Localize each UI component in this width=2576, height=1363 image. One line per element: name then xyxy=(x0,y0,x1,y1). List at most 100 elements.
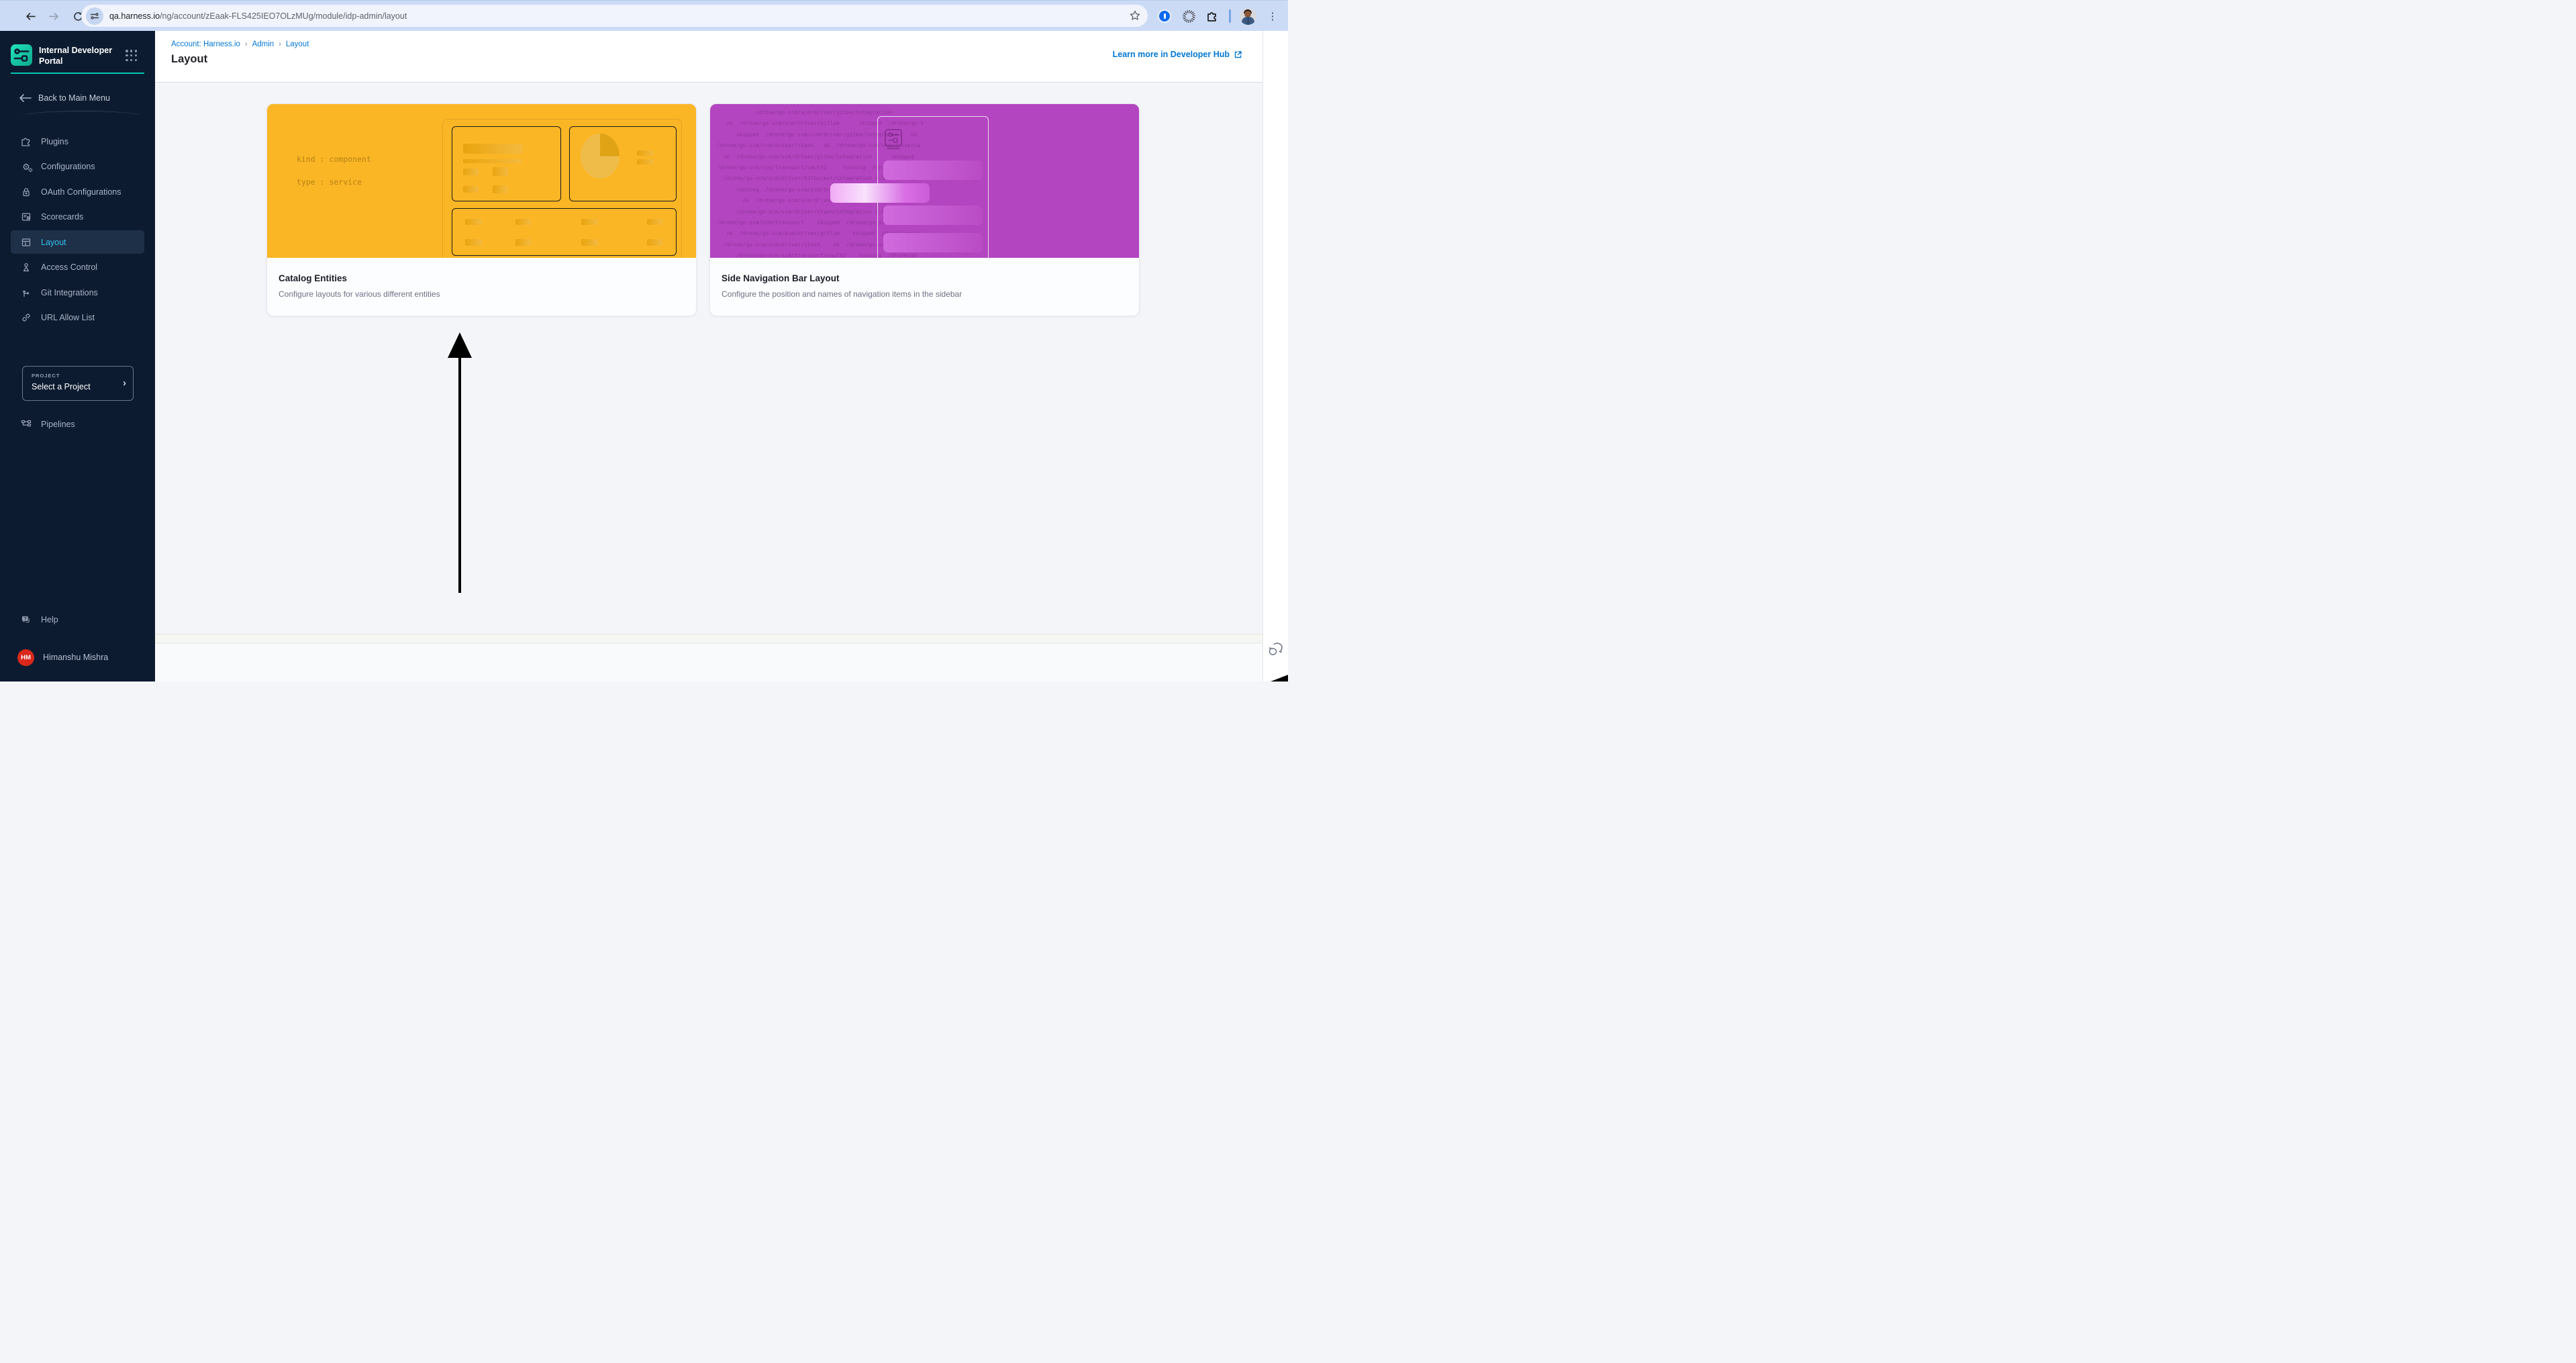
main-content: Account: Harness.io › Admin › Layout Lay… xyxy=(155,31,1288,682)
mock-yaml-line: kind : component xyxy=(297,154,371,164)
kebab-menu-icon: ⋮ xyxy=(1267,11,1278,22)
chevron-right-icon: › xyxy=(123,377,126,389)
sidebar-item-url-allow-list[interactable]: URL Allow List xyxy=(11,306,144,330)
url-host: qa.harness.io xyxy=(109,11,160,21)
browser-toolbar: qa.harness.io/ng/account/zEaak-FLS425IEO… xyxy=(0,0,1288,31)
back-to-main-menu-button[interactable]: Back to Main Menu xyxy=(19,90,110,106)
address-bar[interactable]: qa.harness.io/ng/account/zEaak-FLS425IEO… xyxy=(81,5,1148,27)
catalog-entities-card[interactable]: kind : component type : service Catalog … xyxy=(266,103,697,316)
pipelines-icon xyxy=(21,419,32,430)
sidebar-item-scorecards[interactable]: Scorecards xyxy=(11,205,144,229)
sidebar-item-label: Layout xyxy=(41,237,66,247)
sidebar-item-label: Configurations xyxy=(41,162,95,171)
left-arrow-icon xyxy=(19,94,32,102)
help-label: Help xyxy=(41,615,58,624)
sidebar-nav: Plugins ⚙ ⚙ Configurations OAuth Configur… xyxy=(0,130,155,330)
browser-profile-button[interactable] xyxy=(1239,7,1256,25)
mock-info-panel xyxy=(452,126,561,201)
footer-band xyxy=(155,634,1262,643)
catalog-entities-illustration: kind : component type : service xyxy=(267,104,696,258)
breadcrumb-layout[interactable]: Layout xyxy=(286,40,309,48)
breadcrumb: Account: Harness.io › Admin › Layout xyxy=(171,40,309,48)
learn-more-label: Learn more in Developer Hub xyxy=(1112,50,1230,59)
sidebar-item-label: Git Integrations xyxy=(41,287,98,297)
annotation-arrow-shaft xyxy=(458,357,461,593)
mock-yaml-line: type : service xyxy=(297,177,362,187)
page-header: Account: Harness.io › Admin › Layout Lay… xyxy=(155,31,1288,83)
sidebar-item-label: URL Allow List xyxy=(41,313,95,322)
sidebar-item-layout[interactable]: Layout xyxy=(11,230,144,254)
back-arrow-icon xyxy=(26,12,36,20)
person-icon xyxy=(21,262,32,273)
lock-icon xyxy=(21,187,32,197)
chat-bubbles-icon xyxy=(1269,643,1283,655)
mock-layout-container xyxy=(442,119,682,258)
extension-1password-button[interactable] xyxy=(1156,7,1173,25)
sidebar-item-pipelines[interactable]: Pipelines xyxy=(11,412,144,436)
sidebar-item-help[interactable]: ? Help xyxy=(11,610,144,630)
user-name: Himanshu Mishra xyxy=(43,653,109,662)
mock-nav-bar xyxy=(883,160,983,180)
scorecard-icon xyxy=(21,211,32,222)
mock-pie-chart xyxy=(581,134,620,179)
profile-photo xyxy=(1239,7,1256,25)
puzzle-icon xyxy=(1207,12,1216,21)
back-to-main-menu-label: Back to Main Menu xyxy=(38,93,110,103)
help-chat-icon: ? xyxy=(21,614,32,625)
star-icon xyxy=(1130,10,1140,20)
browser-forward-button[interactable] xyxy=(42,1,65,32)
sidebar-item-plugins[interactable]: Plugins xyxy=(11,130,144,153)
url-text: qa.harness.io/ng/account/zEaak-FLS425IEO… xyxy=(109,11,407,21)
harness-idp-logo xyxy=(11,44,32,66)
sidebar-item-label: OAuth Configurations xyxy=(41,187,121,197)
sidebar-item-oauth-configurations[interactable]: OAuth Configurations xyxy=(11,180,144,203)
side-nav-illustration: /drone/go-scm/scm/driver/gitee/integrati… xyxy=(710,104,1139,258)
chevron-separator-icon: › xyxy=(279,40,281,48)
feedback-chat-button[interactable] xyxy=(1268,643,1284,661)
breadcrumb-account[interactable]: Account: Harness.io xyxy=(171,40,240,48)
url-path: /ng/account/zEaak-FLS425IEO7OLzMUg/modul… xyxy=(160,11,407,21)
spinner-icon xyxy=(1182,9,1195,23)
card-title: Side Navigation Bar Layout xyxy=(722,273,840,283)
browser-menu-button[interactable]: ⋮ xyxy=(1264,7,1281,25)
sidebar-item-git-integrations[interactable]: Git Integrations xyxy=(11,281,144,304)
breadcrumb-admin[interactable]: Admin xyxy=(252,40,275,48)
sidebar-item-label: Plugins xyxy=(41,136,68,146)
svg-text:?: ? xyxy=(24,617,27,622)
chevron-separator-icon: › xyxy=(244,40,248,48)
learn-more-link[interactable]: Learn more in Developer Hub xyxy=(1113,50,1242,59)
card-description: Configure layouts for various different … xyxy=(279,289,440,299)
extension-spinner-button[interactable] xyxy=(1180,7,1197,25)
user-profile[interactable]: HM Himanshu Mishra xyxy=(11,645,144,669)
branch-arrows-icon xyxy=(21,287,32,298)
gears-icon: ⚙ ⚙ xyxy=(22,161,33,173)
site-settings-icon[interactable] xyxy=(86,7,103,25)
project-selector[interactable]: PROJECT Select a Project › xyxy=(22,366,134,401)
browser-back-button[interactable] xyxy=(19,1,42,32)
module-switcher-button[interactable] xyxy=(126,50,138,62)
product-title: Internal Developer Portal xyxy=(39,46,113,66)
mock-table-panel xyxy=(452,208,677,256)
sidebar: Internal Developer Portal Back to Main M… xyxy=(0,31,155,682)
sidebar-item-configurations[interactable]: ⚙ ⚙ Configurations xyxy=(11,155,144,179)
extensions-menu-button[interactable] xyxy=(1203,7,1221,25)
project-selector-label: PROJECT xyxy=(32,373,60,379)
mock-chart-panel xyxy=(569,126,677,201)
sidebar-divider xyxy=(21,111,142,116)
cursor-artifact xyxy=(1271,675,1288,682)
link-icon xyxy=(21,312,32,323)
plugin-icon xyxy=(21,136,32,147)
layout-icon xyxy=(21,237,32,248)
sidebar-item-label: Access Control xyxy=(41,263,98,272)
sidebar-item-label: Scorecards xyxy=(41,212,84,222)
footer-area xyxy=(155,644,1262,682)
right-gutter xyxy=(1262,31,1288,682)
side-navigation-bar-layout-card[interactable]: /drone/go-scm/scm/driver/gitee/integrati… xyxy=(709,103,1140,316)
teal-divider xyxy=(11,73,144,74)
mock-nav-bar xyxy=(883,233,983,252)
external-link-icon xyxy=(1234,50,1242,58)
bookmark-star-button[interactable] xyxy=(1129,9,1141,25)
sidebar-item-access-control[interactable]: Access Control xyxy=(11,256,144,279)
toolbar-separator xyxy=(1229,9,1231,23)
card-title: Catalog Entities xyxy=(279,273,348,283)
